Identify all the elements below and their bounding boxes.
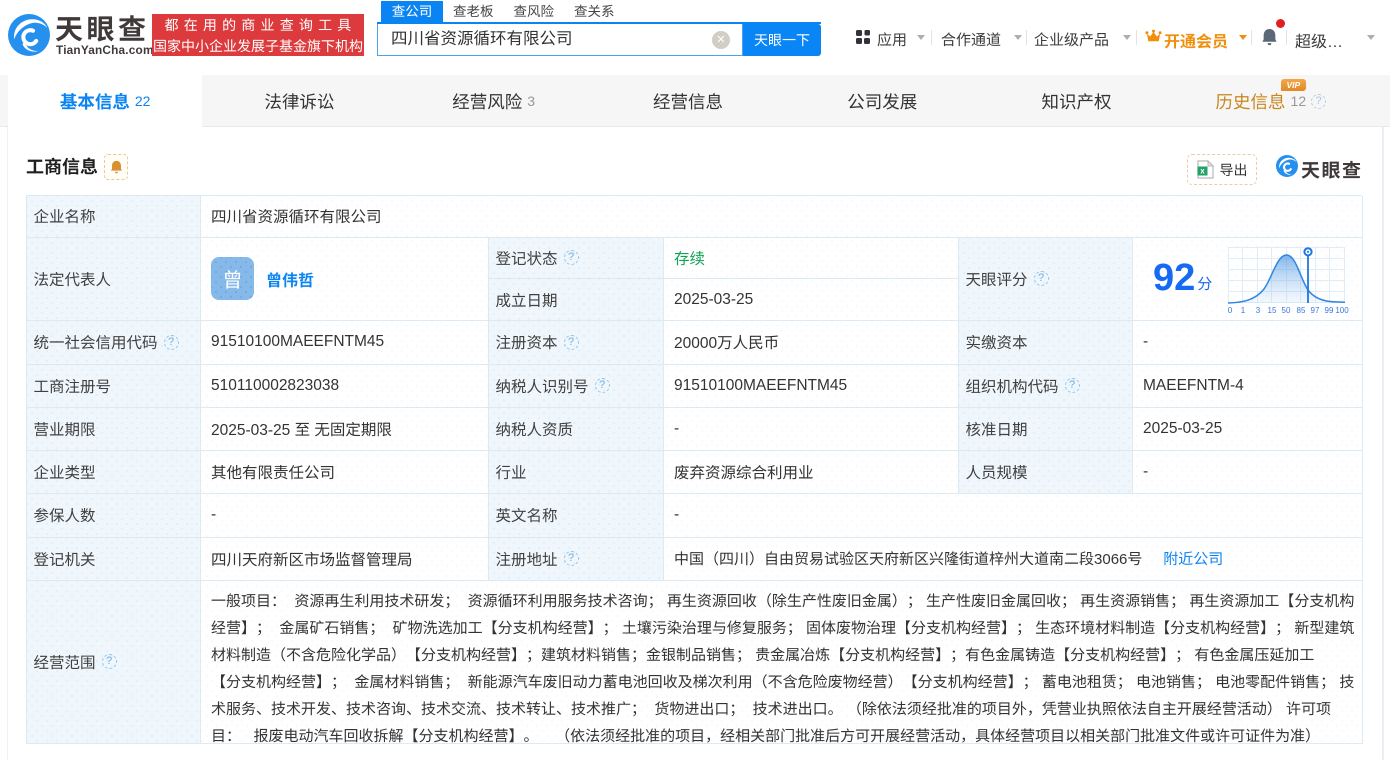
svg-text:15: 15	[1268, 306, 1277, 315]
svg-text:3: 3	[1256, 306, 1261, 315]
svg-text:99: 99	[1325, 306, 1334, 315]
svg-text:x: x	[1200, 167, 1205, 176]
svg-text:0: 0	[1228, 306, 1233, 315]
svg-text:1: 1	[1241, 306, 1246, 315]
svg-text:85: 85	[1297, 306, 1306, 315]
svg-text:100: 100	[1335, 306, 1349, 315]
svg-text:97: 97	[1311, 306, 1320, 315]
svg-text:50: 50	[1282, 306, 1291, 315]
